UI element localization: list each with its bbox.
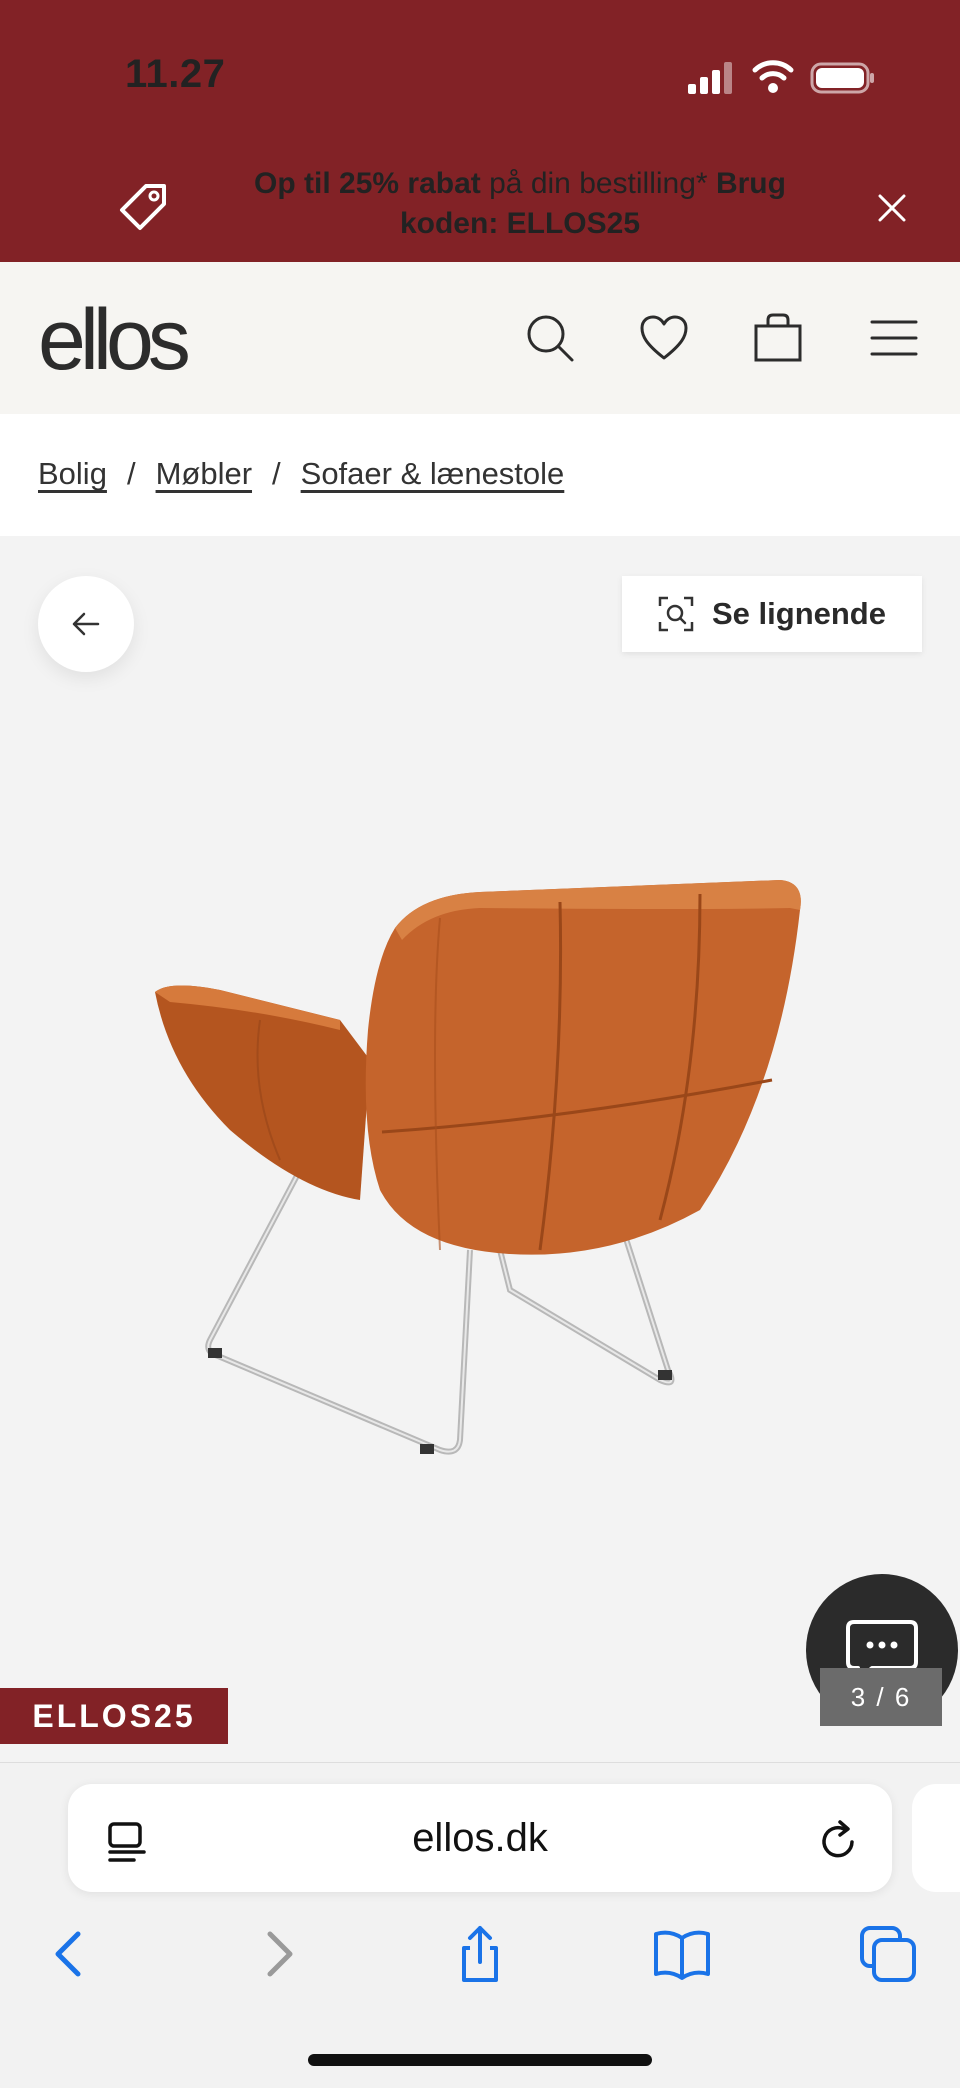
visual-search-icon — [658, 596, 694, 632]
see-similar-label: Se lignende — [712, 596, 886, 631]
image-counter: 3 / 6 — [820, 1668, 942, 1726]
wifi-icon — [752, 60, 794, 93]
menu-icon[interactable] — [868, 312, 920, 364]
promo-body: på din bestilling* — [480, 167, 708, 200]
breadcrumb-mobler[interactable]: Møbler — [156, 456, 252, 491]
breadcrumb-separator: / — [126, 456, 136, 491]
promo-text: Op til 25% rabat på din bestilling* Brug… — [210, 164, 830, 244]
shopping-bag-icon[interactable] — [752, 312, 804, 364]
heart-icon[interactable] — [638, 312, 690, 364]
arrow-left-icon — [72, 612, 100, 636]
promo-highlight: Op til 25% rabat — [254, 167, 481, 200]
url-text[interactable]: ellos.dk — [340, 1816, 620, 1861]
bookmarks-icon[interactable] — [652, 1924, 712, 1984]
product-image-armchair — [155, 880, 801, 1455]
next-tab-preview[interactable] — [912, 1784, 960, 1892]
ellos-logo[interactable]: ellos — [38, 292, 191, 388]
page-menu-icon[interactable] — [104, 1818, 150, 1864]
cellular-signal-icon — [688, 62, 732, 94]
reload-icon[interactable] — [816, 1818, 862, 1864]
search-icon[interactable] — [524, 312, 576, 364]
tabs-icon[interactable] — [858, 1924, 918, 1984]
breadcrumb-bolig[interactable]: Bolig — [38, 456, 107, 491]
promo-code-badge[interactable]: ELLOS25 — [0, 1688, 228, 1744]
breadcrumb-sofaer[interactable]: Sofaer & lænestole — [301, 456, 565, 491]
back-button[interactable] — [38, 576, 134, 672]
status-time: 11.27 — [125, 52, 226, 96]
chevron-right-icon[interactable] — [248, 1924, 308, 1984]
see-similar-button[interactable]: Se lignende — [622, 576, 922, 652]
breadcrumb: Bolig / Møbler / Sofaer & lænestole — [38, 456, 564, 492]
share-icon[interactable] — [450, 1924, 510, 1984]
chevron-left-icon[interactable] — [40, 1924, 100, 1984]
breadcrumb-separator: / — [272, 456, 281, 491]
price-tag-icon — [120, 184, 166, 230]
battery-icon — [810, 62, 874, 94]
close-icon[interactable] — [872, 188, 912, 228]
home-indicator — [308, 2054, 652, 2066]
